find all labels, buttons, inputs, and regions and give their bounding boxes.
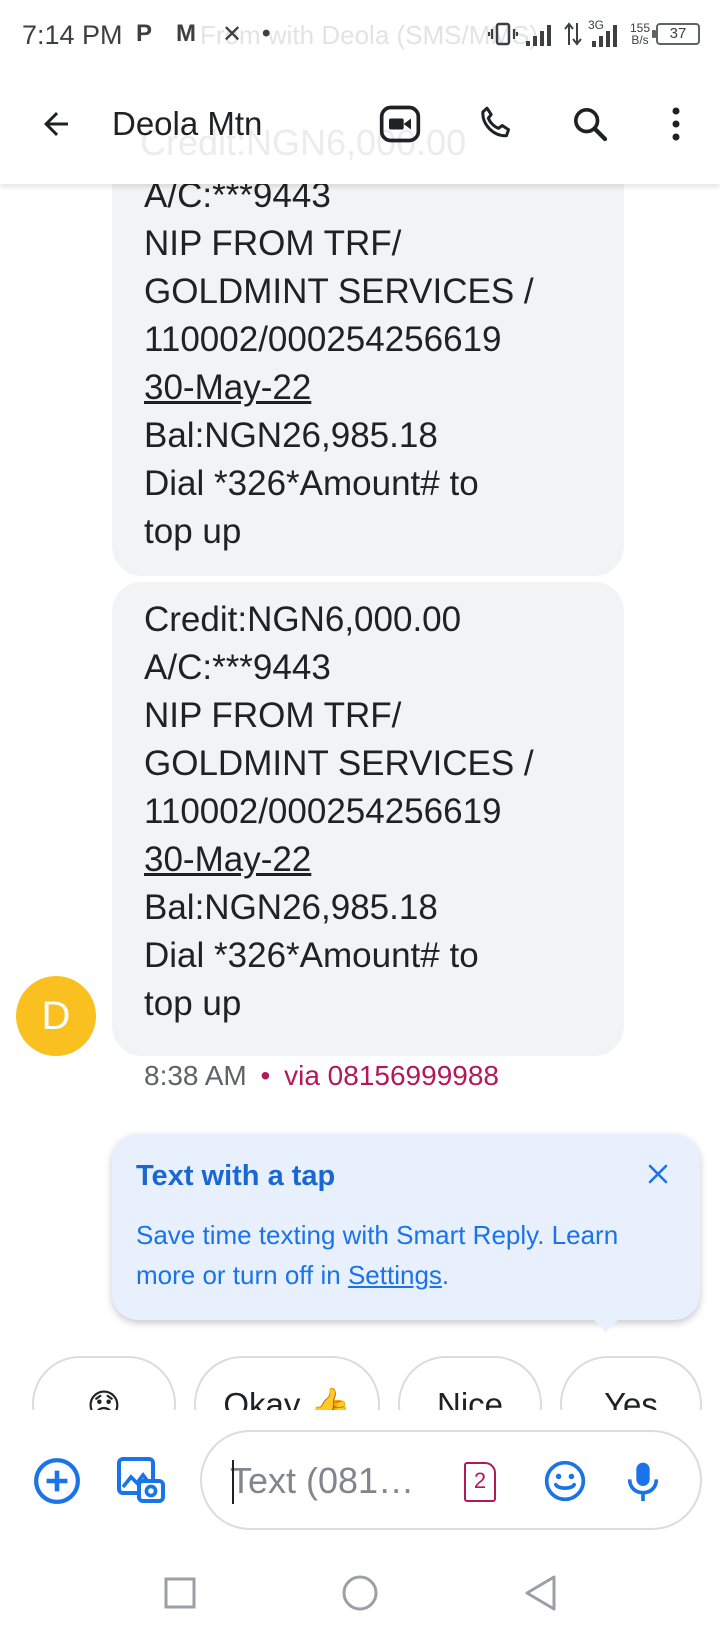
message-bubble[interactable]: Credit:NGN6,000.00 A/C:***9443 NIP FROM … — [112, 582, 624, 1056]
message-line: Dial *326*Amount# to — [144, 936, 479, 975]
smart-reply-row: 😟 Okay 👍 Nice Yes — [0, 1356, 720, 1410]
smart-reply-chip-okay[interactable]: Okay 👍 — [194, 1356, 380, 1410]
message-line: NIP FROM TRF/ — [144, 696, 402, 735]
gmail-icon: M — [176, 20, 196, 47]
text-cursor — [232, 1460, 234, 1504]
more-notifications-dot-icon: • — [262, 20, 271, 47]
status-bar: 7:14 PM From with Deola (SMS/MMS) P M ✕ … — [0, 0, 720, 66]
message-line: 110002/000254256619 — [144, 320, 502, 359]
message-line: GOLDMINT SERVICES / — [144, 744, 534, 783]
signal-2-icon — [591, 25, 617, 47]
message-line: A/C:***9443 — [144, 648, 331, 687]
message-line: Credit:NGN6,000.00 — [144, 600, 462, 639]
tip-pointer — [584, 1310, 628, 1332]
signal-1-icon — [525, 25, 551, 46]
message-line: Dial *326*Amount# to — [144, 464, 479, 503]
message-line: top up — [144, 512, 242, 551]
vibrate-icon — [487, 22, 518, 46]
smart-reply-tip: Text with a tap Save time texting with S… — [112, 1134, 700, 1320]
message-via-number: via 08156999988 — [284, 1060, 499, 1091]
more-options-button[interactable] — [646, 94, 706, 154]
smart-reply-chip-yes[interactable]: Yes — [560, 1356, 702, 1410]
message-date-link[interactable]: 30-May-22 — [144, 364, 592, 412]
tip-text-end: . — [441, 1260, 450, 1290]
video-call-icon — [379, 105, 421, 143]
app-bar: Credit:NGN6,000.00 Deola Mtn — [0, 66, 720, 184]
gallery-button[interactable] — [114, 1454, 168, 1508]
gallery-camera-icon — [117, 1457, 165, 1503]
attach-button[interactable] — [30, 1454, 84, 1508]
tip-close-button[interactable] — [640, 1156, 676, 1192]
tip-body: Save time texting with Smart Reply. Lear… — [136, 1215, 656, 1295]
video-call-button[interactable] — [370, 94, 430, 154]
voice-button[interactable] — [616, 1454, 670, 1508]
settings-link[interactable]: Settings — [348, 1260, 442, 1290]
home-circle-icon — [342, 1575, 378, 1611]
sim-selector[interactable]: 2 — [464, 1462, 496, 1502]
close-icon — [648, 1164, 668, 1184]
home-button[interactable] — [335, 1568, 385, 1618]
message-time: 8:38 AM — [144, 1060, 247, 1091]
message-input[interactable] — [230, 1456, 440, 1506]
avatar[interactable]: D — [16, 976, 96, 1056]
status-time: 7:14 PM — [22, 20, 123, 50]
system-nav-bar — [0, 1544, 720, 1640]
message-line: Bal:NGN26,985.18 — [144, 416, 438, 455]
message-line: 110002/000254256619 — [144, 792, 502, 831]
emoji-button[interactable] — [538, 1454, 592, 1508]
net-speed-unit: B/s — [631, 33, 649, 47]
x-app-icon: ✕ — [222, 21, 243, 48]
message-meta: 8:38 AM • via 08156999988 — [144, 1060, 499, 1092]
add-circle-icon — [34, 1458, 80, 1504]
message-date-link[interactable]: 30-May-22 — [144, 836, 592, 884]
phone-icon — [481, 106, 510, 138]
avatar-letter: D — [41, 993, 71, 1038]
smart-reply-chip-emoji[interactable]: 😟 — [32, 1356, 176, 1410]
mic-icon — [627, 1462, 659, 1501]
recents-square-icon — [164, 1577, 196, 1609]
battery-icon: 37 — [652, 23, 700, 45]
net-speed: 155 B/s — [630, 22, 650, 46]
call-button[interactable] — [466, 94, 526, 154]
recents-button[interactable] — [155, 1568, 205, 1618]
back-triangle-icon — [525, 1575, 556, 1611]
data-arrows-icon — [564, 22, 582, 46]
message-field[interactable]: 2 — [200, 1430, 702, 1530]
message-line: NIP FROM TRF/ — [144, 224, 402, 263]
emoji-icon — [544, 1460, 586, 1502]
network-type: 3G — [588, 19, 624, 49]
message-line: top up — [144, 984, 242, 1023]
status-right: 3G 155 B/s 37 — [487, 14, 700, 54]
meta-separator: • — [260, 1060, 271, 1091]
conversation-title[interactable]: Deola Mtn — [112, 105, 262, 143]
message-line: Bal:NGN26,985.18 — [144, 888, 438, 927]
more-vert-icon — [672, 107, 680, 141]
tip-title: Text with a tap — [136, 1160, 336, 1192]
back-nav-button[interactable] — [515, 1568, 565, 1618]
back-arrow-icon — [44, 112, 68, 136]
message-bubble[interactable]: A/C:***9443 NIP FROM TRF/ GOLDMINT SERVI… — [112, 150, 624, 576]
message-line: GOLDMINT SERVICES / — [144, 272, 534, 311]
search-icon — [574, 108, 608, 142]
notification-p-icon: P — [136, 20, 153, 47]
smart-reply-chip-nice[interactable]: Nice — [398, 1356, 542, 1410]
search-button[interactable] — [560, 94, 620, 154]
compose-bar: 2 — [0, 1420, 720, 1540]
back-button[interactable] — [26, 94, 86, 154]
